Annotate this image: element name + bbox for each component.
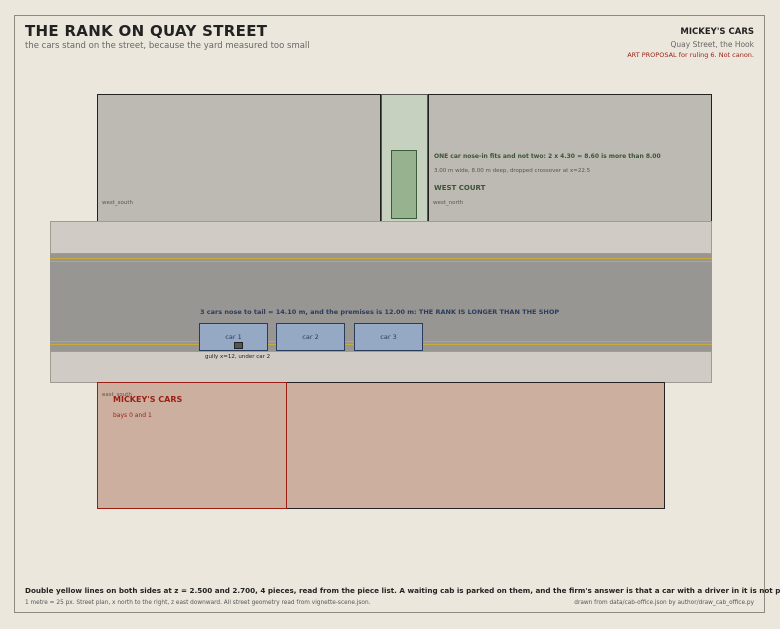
footer-caption: Double yellow lines on both sides at z =… (25, 586, 780, 595)
pavement-south (50, 351, 712, 383)
gully-label: gully x=12, under car 2 (205, 354, 271, 360)
page-title: THE RANK ON QUAY STREET (25, 22, 268, 40)
court-car-slot (391, 150, 417, 219)
shop-bays: bays 0 and 1 (113, 412, 152, 419)
court-dims-note: 3.00 m wide, 8.00 m deep, dropped crosso… (434, 168, 591, 174)
west-south-label: west_south (102, 200, 134, 206)
west-north-label: west_north (433, 200, 464, 206)
shop-name: MICKEY'S CARS (113, 395, 183, 404)
double-yellow-line-north-b (50, 261, 712, 262)
firm-name: MICKEY'S CARS (680, 27, 754, 37)
court-name: WEST COURT (434, 184, 486, 192)
pavement-north (50, 221, 712, 254)
double-yellow-line-north-a (50, 258, 712, 259)
car-2: car 2 (276, 323, 345, 351)
scale-note: 1 metre = 25 px. Street plan, x north to… (25, 600, 371, 606)
rank-note: 3 cars nose to tail = 14.10 m, and the p… (200, 308, 560, 316)
street-name: Quay Street, the Hook (670, 40, 755, 49)
source-note: drawn from data/cab-office.json by autho… (574, 600, 754, 606)
building-east (286, 382, 665, 509)
building-west-south (97, 94, 381, 222)
gully-icon (234, 342, 243, 349)
car-3: car 3 (354, 323, 423, 351)
proposal-note: ART PROPOSAL for ruling 6. Not canon. (627, 51, 754, 59)
court-fit-note: ONE car nose-in fits and not two: 2 x 4.… (434, 153, 661, 160)
page-subtitle: the cars stand on the street, because th… (25, 41, 310, 51)
